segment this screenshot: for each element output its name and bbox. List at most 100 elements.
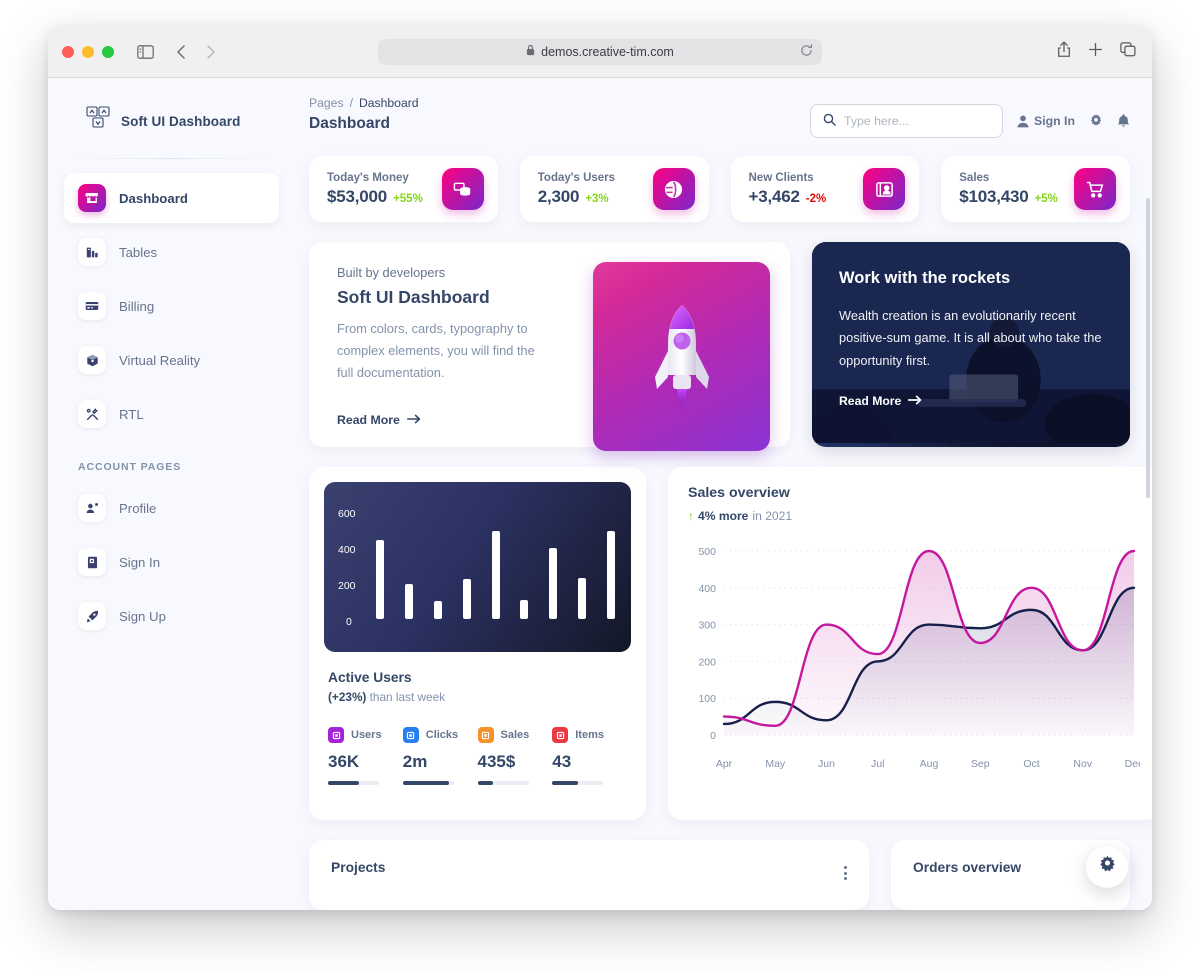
breadcrumb: Pages / Dashboard [309, 96, 419, 110]
active-user-stat-label: Users [351, 729, 382, 741]
arrow-up-icon: ↑ [688, 509, 694, 523]
sidebar-item-sign-in[interactable]: Sign In [64, 537, 279, 587]
bar-5 [491, 530, 500, 619]
close-window-button[interactable] [62, 45, 74, 58]
sidebar-item-rtl[interactable]: RTL [64, 389, 279, 439]
middle-row: Built by developers Soft UI Dashboard Fr… [309, 242, 1130, 451]
projects-card: Projects [309, 840, 869, 910]
active-users-subtitle: (+23%) than last week [328, 690, 631, 704]
bar-4 [462, 579, 471, 619]
bar-series [376, 513, 615, 619]
gear-icon [1098, 855, 1117, 879]
app-root: Soft UI Dashboard Dashboard Tables Billi… [48, 78, 1152, 910]
last-row: Projects Orders overview [309, 840, 1130, 910]
bar-ytick-400: 400 [338, 544, 356, 556]
sidebar-item-label: Billing [119, 298, 155, 314]
y-tick-500: 500 [698, 546, 716, 558]
sidebar-item-label: Dashboard [119, 190, 188, 206]
rockets-description: Wealth creation is an evolutionarily rec… [839, 308, 1102, 368]
active-user-progress-fill [552, 781, 578, 785]
stat-card-sales[interactable]: Sales $103,430 +5% [941, 156, 1130, 222]
minimize-window-button[interactable] [82, 45, 94, 58]
reload-icon[interactable] [800, 43, 813, 60]
page-scrollbar[interactable] [1146, 198, 1150, 498]
share-icon[interactable] [1057, 40, 1071, 63]
maximize-window-button[interactable] [102, 45, 114, 58]
stat-card-todays-money[interactable]: Today's Money $53,000 +55% [309, 156, 498, 222]
active-user-progress-track [402, 781, 454, 785]
sidebar-item-label: Virtual Reality [119, 352, 201, 368]
rockets-title: Work with the rockets [839, 269, 1011, 287]
y-tick-200: 200 [698, 656, 716, 668]
sidebar-item-profile[interactable]: Profile [64, 483, 279, 533]
sidebar-section-label: ACCOUNT PAGES [78, 461, 182, 473]
sidebar-item-dashboard[interactable]: Dashboard [64, 173, 279, 223]
read-more-label: Read More [337, 413, 400, 427]
window-controls[interactable] [62, 45, 114, 58]
bar-1 [376, 539, 384, 619]
copy-tabs-icon[interactable] [1120, 41, 1136, 62]
items-badge-icon [552, 727, 569, 743]
sales-badge-icon [477, 727, 494, 743]
soft-ui-logo-icon [86, 106, 111, 136]
built-by-title: Soft UI Dashboard [337, 287, 490, 307]
projects-title: Projects [331, 860, 386, 875]
address-bar[interactable]: demos.creative-tim.com [378, 38, 822, 65]
main-content: Pages / Dashboard Dashboard Type here... [295, 78, 1152, 910]
chrome-actions [1057, 40, 1136, 63]
active-users-delta: (+23%) [328, 690, 367, 704]
shopping-cart-icon [1074, 168, 1116, 210]
sign-in-label: Sign In [1034, 114, 1075, 128]
sidebar-item-billing[interactable]: Billing [64, 281, 279, 331]
chart-y-axis-labels: 0 100 200 300 400 500 [698, 546, 716, 742]
active-user-stat-value: 435$ [477, 752, 516, 771]
plus-icon[interactable] [1088, 42, 1103, 62]
sidebar-item-label: Sign In [119, 554, 161, 570]
sales-overview-line-chart: 0 100 200 300 400 500 Apr May Jun Jul Aug Sep Oct No… [698, 546, 1143, 770]
sidebar-item-tables[interactable]: Tables [64, 227, 279, 277]
stat-delta: -2% [805, 192, 827, 205]
x-tick-Dec: Dec [1125, 758, 1140, 770]
active-user-stat-items: Items 43 [552, 727, 627, 785]
brand[interactable]: Soft UI Dashboard [64, 98, 279, 136]
stat-label: New Clients [748, 171, 814, 184]
rockets-read-more-link[interactable]: Read More [839, 394, 1104, 408]
sign-in-button[interactable]: Sign In [1017, 114, 1075, 128]
stat-card-todays-users[interactable]: Today's Users 2,300 +3% [519, 156, 709, 222]
built-by-read-more-link[interactable]: Read More [337, 413, 587, 427]
breadcrumb-parent[interactable]: Pages [309, 96, 344, 110]
active-user-progress-track [477, 781, 529, 785]
settings-fab-button[interactable] [1086, 846, 1128, 888]
stat-card-new-clients[interactable]: New Clients +3,462 -2% [730, 156, 920, 222]
users-badge-icon [328, 727, 344, 743]
x-tick-May: May [765, 758, 786, 770]
bar-ytick-0: 0 [346, 616, 352, 628]
active-user-stat-value: 2m [402, 752, 428, 771]
sales-delta: 4% more [698, 509, 749, 523]
back-button[interactable] [168, 39, 194, 65]
sidebar-toggle-icon[interactable] [132, 39, 158, 65]
sidebar-divider [72, 158, 271, 159]
gear-icon[interactable] [1089, 114, 1103, 128]
active-user-stat-label: Clicks [425, 729, 459, 741]
bell-icon[interactable] [1117, 114, 1130, 128]
y-tick-400: 400 [698, 583, 716, 595]
kebab-menu-icon[interactable] [844, 860, 847, 890]
active-user-progress-fill [328, 781, 359, 785]
sidebar-item-virtual-reality[interactable]: Virtual Reality [64, 335, 279, 385]
y-tick-300: 300 [698, 620, 716, 632]
stat-label: Sales [959, 171, 990, 184]
x-tick-Nov: Nov [1073, 758, 1092, 770]
money-stack-icon [441, 168, 484, 210]
rockets-text: Work with the rockets Wealth creation is… [812, 242, 1130, 408]
sidebar-item-label: Tables [119, 244, 158, 260]
search-input[interactable]: Type here... [810, 104, 1003, 138]
credit-card-icon [78, 292, 106, 320]
sidebar-item-sign-up[interactable]: Sign Up [64, 591, 279, 641]
rocket-icon [78, 602, 106, 630]
arrow-right-icon [908, 394, 922, 408]
topbar: Pages / Dashboard Dashboard Type here... [309, 96, 1130, 148]
stat-label: Today's Money [327, 171, 409, 184]
bottom-row: 600 400 200 0 Active Users (+23%) than l… [309, 467, 1152, 820]
forward-button[interactable] [198, 39, 224, 65]
